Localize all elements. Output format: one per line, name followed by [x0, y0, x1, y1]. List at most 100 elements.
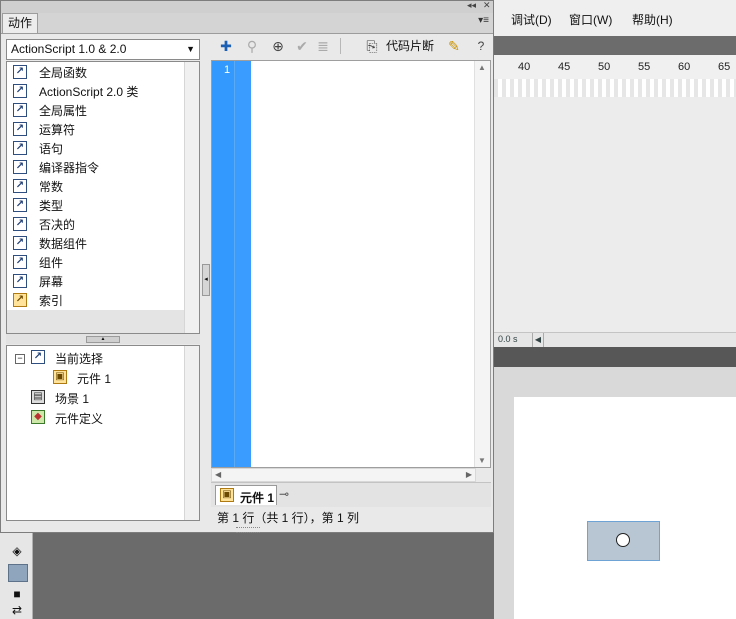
list-item[interactable]: ↗ 组件	[11, 253, 181, 272]
toolbox-splitter[interactable]: ▲	[6, 334, 200, 344]
tools-panel: ◈ ■ ⇄	[0, 533, 33, 619]
scroll-left-icon[interactable]: ◀	[532, 333, 544, 347]
menu-help[interactable]: 帮助(H)	[632, 11, 673, 28]
script-navigator: − ↗ 当前选择 ▣ 元件 1 ▤ 场景 1 ◆ 元件定义	[6, 345, 200, 521]
registration-point-icon	[616, 533, 630, 547]
list-item-label: 数据组件	[39, 237, 88, 251]
list-item[interactable]: ↗ 类型	[11, 196, 181, 215]
swap-colors-icon[interactable]: ⇄	[8, 602, 26, 618]
list-item[interactable]: ↗ 屏幕	[11, 272, 181, 291]
list-item[interactable]: ↗ 编译器指令	[11, 158, 181, 177]
language-select-value: ActionScript 1.0 & 2.0	[11, 42, 127, 56]
add-item-icon[interactable]: ✚	[216, 36, 236, 56]
scroll-right-icon[interactable]: ▶	[466, 470, 472, 479]
toolbar-separator	[340, 38, 341, 54]
tree-label: 元件定义	[55, 412, 104, 426]
movieclip-icon: ▣	[220, 488, 234, 502]
script-tabs: ▣ 元件 1 ⊸	[211, 482, 491, 507]
help-icon[interactable]: ?	[471, 36, 491, 56]
paint-bucket-icon[interactable]: ◈	[8, 543, 26, 559]
splitter-handle-icon[interactable]: ▲	[86, 336, 120, 343]
menu-window[interactable]: 窗口(W)	[569, 11, 612, 28]
list-item-label: 屏幕	[39, 275, 64, 289]
script-assist-wand-icon[interactable]: ✎	[444, 36, 464, 56]
scroll-up-icon[interactable]: ▲	[478, 63, 486, 72]
tree-item-scene[interactable]: ▤ 场景 1	[7, 388, 187, 406]
book-icon: ↗	[13, 65, 27, 79]
stage[interactable]	[514, 397, 736, 619]
panel-title-bar[interactable]: ◂◂ ✕	[1, 0, 493, 13]
editor-vertical-scrollbar[interactable]: ▲ ▼	[474, 61, 490, 467]
book-icon: ↗	[13, 198, 27, 212]
ruler-label: 45	[558, 61, 571, 73]
code-snippets-button[interactable]: 代码片断	[386, 36, 434, 56]
list-item-label: 常数	[39, 180, 64, 194]
tree-item-symbol-definitions[interactable]: ◆ 元件定义	[7, 408, 187, 426]
book-icon: ↗	[13, 274, 27, 288]
chevron-down-icon: ▼	[186, 44, 195, 54]
status-bar: 第 1 行（共 1 行），第 1 列	[211, 507, 491, 525]
timeline-header	[494, 36, 736, 54]
tree-item-current-selection[interactable]: − ↗ 当前选择	[7, 348, 187, 366]
line-number: 1	[224, 64, 231, 76]
pin-script-icon[interactable]: ⊸	[279, 487, 289, 501]
book-icon: ↗	[13, 160, 27, 174]
panel-menu-icon[interactable]: ▾≡	[478, 15, 489, 26]
actions-toolbox: ↗ 全局函数 ↗ ActionScript 2.0 类 ↗ 全局属性 ↗ 运算符 ↗ 语句…	[6, 61, 200, 334]
scene-icon: ▤	[31, 390, 45, 404]
language-select[interactable]: ActionScript 1.0 & 2.0 ▼	[6, 39, 200, 60]
fill-color-swatch[interactable]	[8, 564, 28, 582]
list-item[interactable]: ↗ 语句	[11, 139, 181, 158]
list-item-label: 编译器指令	[39, 161, 100, 175]
scroll-down-icon[interactable]: ▼	[478, 456, 486, 465]
time-readout: 0.0 s	[498, 334, 518, 344]
black-white-icon[interactable]: ■	[8, 586, 26, 602]
tree-label: 当前选择	[55, 352, 104, 366]
tree-item-symbol[interactable]: ▣ 元件 1	[7, 368, 187, 386]
script-tab-symbol[interactable]: ▣ 元件 1	[215, 485, 277, 505]
list-item[interactable]: ↗ ActionScript 2.0 类	[11, 82, 181, 101]
timeline-frames[interactable]	[494, 79, 736, 98]
code-snippets-icon[interactable]: ⎘	[362, 36, 382, 56]
book-icon: ↗	[13, 103, 27, 117]
book-icon: ↗	[13, 179, 27, 193]
close-icon[interactable]: ✕	[483, 0, 491, 11]
line-gutter	[212, 61, 234, 467]
panel-divider	[494, 347, 736, 367]
auto-format-icon[interactable]: ≣	[313, 36, 333, 56]
tab-actions[interactable]: 动作	[2, 13, 38, 33]
script-editor[interactable]: 1 ▲ ▼	[211, 60, 491, 468]
list-item[interactable]: ↗ 常数	[11, 177, 181, 196]
list-item-label: 索引	[39, 294, 64, 308]
list-item[interactable]: ↗ 全局函数	[11, 63, 181, 82]
list-item[interactable]: ↗ 运算符	[11, 120, 181, 139]
collapse-tree-icon[interactable]: −	[15, 354, 25, 364]
scroll-left-icon[interactable]: ◀	[215, 470, 221, 479]
list-item-label: 运算符	[39, 123, 76, 137]
timeline-body	[494, 97, 736, 332]
editor-horizontal-scrollbar[interactable]: ◀ ▶	[211, 468, 476, 482]
toolbox-scrollbar[interactable]	[184, 62, 199, 333]
tree-label: 元件 1	[77, 372, 112, 386]
timeline-ruler[interactable]: 40 45 50 55 60 65	[494, 55, 736, 80]
book-icon: ↗	[13, 236, 27, 250]
ruler-label: 60	[678, 61, 691, 73]
list-item[interactable]: ↗ 数据组件	[11, 234, 181, 253]
navigator-scrollbar[interactable]	[184, 346, 199, 520]
cursor-position: 第 1 行（共 1 行），第 1 列	[217, 511, 360, 525]
find-icon[interactable]: ⚲	[242, 36, 262, 56]
index-icon: ↗	[13, 293, 27, 307]
pane-collapse-handle[interactable]: ◂	[202, 264, 210, 296]
resize-grip-icon[interactable]	[236, 527, 260, 533]
list-item[interactable]: ↗ 全局属性	[11, 101, 181, 120]
ruler-label: 65	[718, 61, 731, 73]
check-syntax-icon[interactable]: ✔	[292, 36, 312, 56]
menu-debug[interactable]: 调试(D)	[511, 11, 552, 28]
list-item[interactable]: ↗ 索引	[11, 291, 181, 310]
target-path-icon[interactable]: ⊕	[268, 36, 288, 56]
list-item[interactable]: ↗ 否决的	[11, 215, 181, 234]
ruler-label: 50	[598, 61, 611, 73]
collapse-icon[interactable]: ◂◂	[467, 0, 476, 11]
list-empty-area	[7, 310, 185, 333]
script-tab-label: 元件 1	[240, 491, 275, 505]
